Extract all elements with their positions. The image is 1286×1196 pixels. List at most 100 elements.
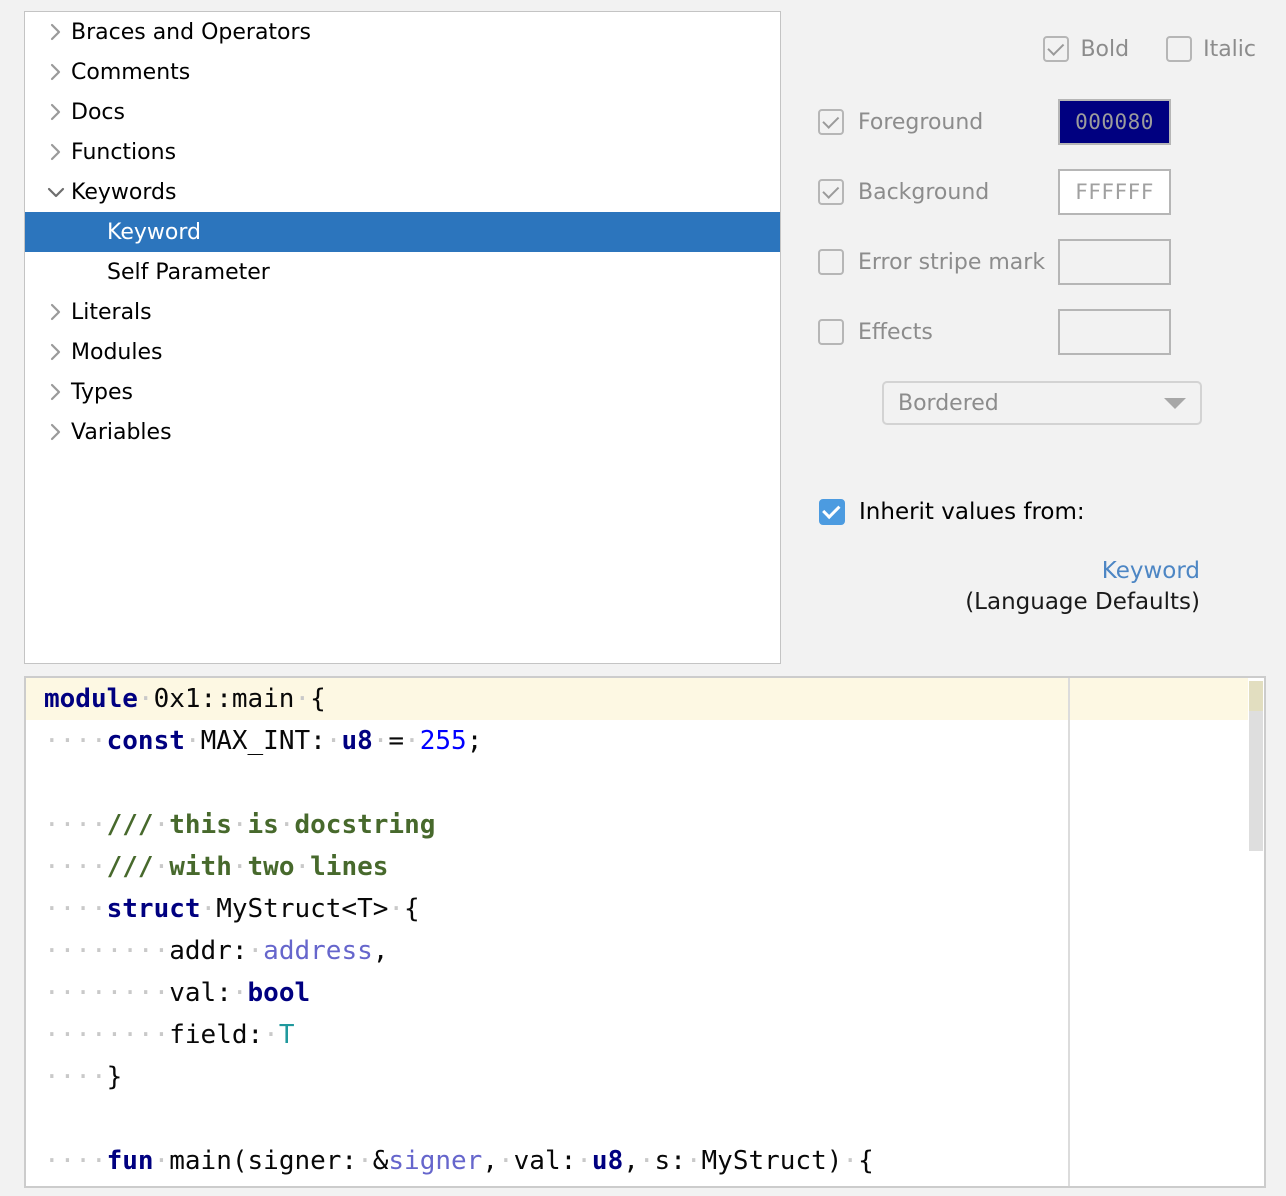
effects-checkbox[interactable]: [818, 319, 844, 345]
code-token: ·: [372, 726, 389, 756]
chevron-down-icon[interactable]: [41, 185, 71, 199]
foreground-color-swatch[interactable]: 000080: [1058, 99, 1171, 145]
inherit-source-scope: (Language Defaults): [965, 588, 1200, 615]
effect-type-dropdown[interactable]: Bordered: [882, 381, 1202, 425]
code-token: struct: [106, 894, 201, 924]
tree-item-label: Braces and Operators: [71, 19, 312, 45]
effects-option[interactable]: Effects: [790, 319, 1058, 345]
vertical-scrollbar-thumb-highlight: [1249, 681, 1263, 711]
chevron-right-icon[interactable]: [41, 382, 71, 402]
code-token: ····: [44, 852, 107, 882]
foreground-checkbox[interactable]: [818, 109, 844, 135]
code-token: MAX_INT:: [200, 726, 326, 756]
chevron-right-icon[interactable]: [41, 22, 71, 42]
code-token: ;: [466, 726, 483, 756]
foreground-option[interactable]: Foreground: [790, 109, 1058, 135]
code-token: ·: [404, 726, 420, 756]
tree-item-variables[interactable]: Variables: [25, 412, 780, 452]
chevron-right-icon[interactable]: [41, 342, 71, 362]
error-stripe-mark-option[interactable]: Error stripe mark: [790, 249, 1058, 275]
code-token: ·: [200, 894, 217, 924]
code-token: u8: [591, 1146, 624, 1176]
color-scheme-settings-page: Braces and Operators Comments Docs Function…: [0, 0, 1286, 1196]
error-stripe-mark-color-swatch[interactable]: [1058, 239, 1171, 285]
inherit-values-option[interactable]: Inherit values from:: [819, 499, 1085, 525]
right-margin-guide: [1068, 678, 1070, 1186]
code-token: ·: [576, 1146, 592, 1176]
tree-item-label: Types: [71, 379, 133, 405]
code-token: ·: [153, 1146, 170, 1176]
effects-label: Effects: [858, 319, 933, 345]
code-token: ·: [137, 684, 154, 714]
code-token: ····: [44, 726, 107, 756]
background-option[interactable]: Background: [790, 179, 1058, 205]
code-token: ····: [44, 1062, 107, 1092]
background-row: Background FFFFFF: [790, 169, 1266, 215]
code-token: docstring: [294, 810, 436, 840]
chevron-right-icon[interactable]: [41, 422, 71, 442]
code-token: 0x1::main: [153, 684, 295, 714]
code-token: 255: [419, 726, 467, 756]
bold-checkbox[interactable]: [1043, 36, 1070, 62]
italic-checkbox[interactable]: [1166, 36, 1193, 62]
code-token: }: [106, 1062, 123, 1092]
error-stripe-mark-checkbox[interactable]: [818, 249, 844, 275]
inherit-values-checkbox[interactable]: [819, 499, 845, 525]
code-token: u8: [341, 726, 373, 756]
code-token: two: [247, 852, 295, 882]
code-token: ·: [231, 810, 248, 840]
foreground-color-value: 000080: [1075, 110, 1154, 134]
code-token: ·: [497, 1146, 514, 1176]
code-preview-editor[interactable]: module·0x1::main·{····const·MAX_INT:·u8·…: [26, 678, 1252, 1186]
background-label: Background: [858, 179, 990, 205]
effect-type-selected-value: Bordered: [898, 390, 999, 416]
color-settings-tree[interactable]: Braces and Operators Comments Docs Function…: [24, 11, 781, 664]
code-token: ·: [294, 852, 311, 882]
bold-label: Bold: [1080, 36, 1130, 62]
tree-item-self-parameter[interactable]: Self Parameter: [25, 252, 780, 292]
tree-item-label: Variables: [71, 419, 172, 445]
tree-item-comments[interactable]: Comments: [25, 52, 780, 92]
tree-item-literals[interactable]: Literals: [25, 292, 780, 332]
code-token: &: [372, 1146, 389, 1176]
tree-item-modules[interactable]: Modules: [25, 332, 780, 372]
tree-item-keywords[interactable]: Keywords: [25, 172, 780, 212]
vertical-scrollbar[interactable]: [1248, 678, 1264, 1186]
inherit-values-label: Inherit values from:: [859, 499, 1085, 525]
code-token: ········: [44, 936, 170, 966]
tree-item-docs[interactable]: Docs: [25, 92, 780, 132]
code-token: ·: [842, 1146, 859, 1176]
code-token: {: [404, 894, 420, 924]
bold-option[interactable]: Bold: [1043, 36, 1129, 62]
tree-item-label: Keywords: [71, 179, 177, 205]
code-token: ,: [372, 936, 389, 966]
code-token: is: [247, 810, 279, 840]
background-color-swatch[interactable]: FFFFFF: [1058, 169, 1171, 215]
foreground-row: Foreground 000080: [790, 99, 1266, 145]
code-token: fun: [106, 1146, 154, 1176]
tree-item-types[interactable]: Types: [25, 372, 780, 412]
tree-item-functions[interactable]: Functions: [25, 132, 780, 172]
code-token: MyStruct): [701, 1146, 843, 1176]
code-token: bool: [247, 978, 311, 1008]
code-token: ·: [638, 1146, 655, 1176]
code-token: {: [310, 684, 326, 714]
error-stripe-mark-row: Error stripe mark: [790, 239, 1266, 285]
inherit-source-link[interactable]: Keyword: [790, 556, 1200, 587]
chevron-right-icon[interactable]: [41, 142, 71, 162]
code-token: {: [858, 1146, 874, 1176]
chevron-right-icon[interactable]: [41, 302, 71, 322]
background-checkbox[interactable]: [818, 179, 844, 205]
tree-item-label: Docs: [71, 99, 125, 125]
code-preview-panel[interactable]: module·0x1::main·{····const·MAX_INT:·u8·…: [24, 676, 1266, 1188]
italic-option[interactable]: Italic: [1166, 36, 1256, 62]
effects-color-swatch[interactable]: [1058, 309, 1171, 355]
tree-item-keyword[interactable]: Keyword: [25, 212, 780, 252]
code-token: ·: [263, 1020, 279, 1050]
code-token: ········: [44, 1020, 170, 1050]
tree-item-braces-and-operators[interactable]: Braces and Operators: [25, 12, 780, 52]
chevron-right-icon[interactable]: [41, 102, 71, 122]
chevron-right-icon[interactable]: [41, 62, 71, 82]
font-style-row: Bold Italic: [790, 36, 1266, 62]
code-token: ····: [44, 894, 107, 924]
